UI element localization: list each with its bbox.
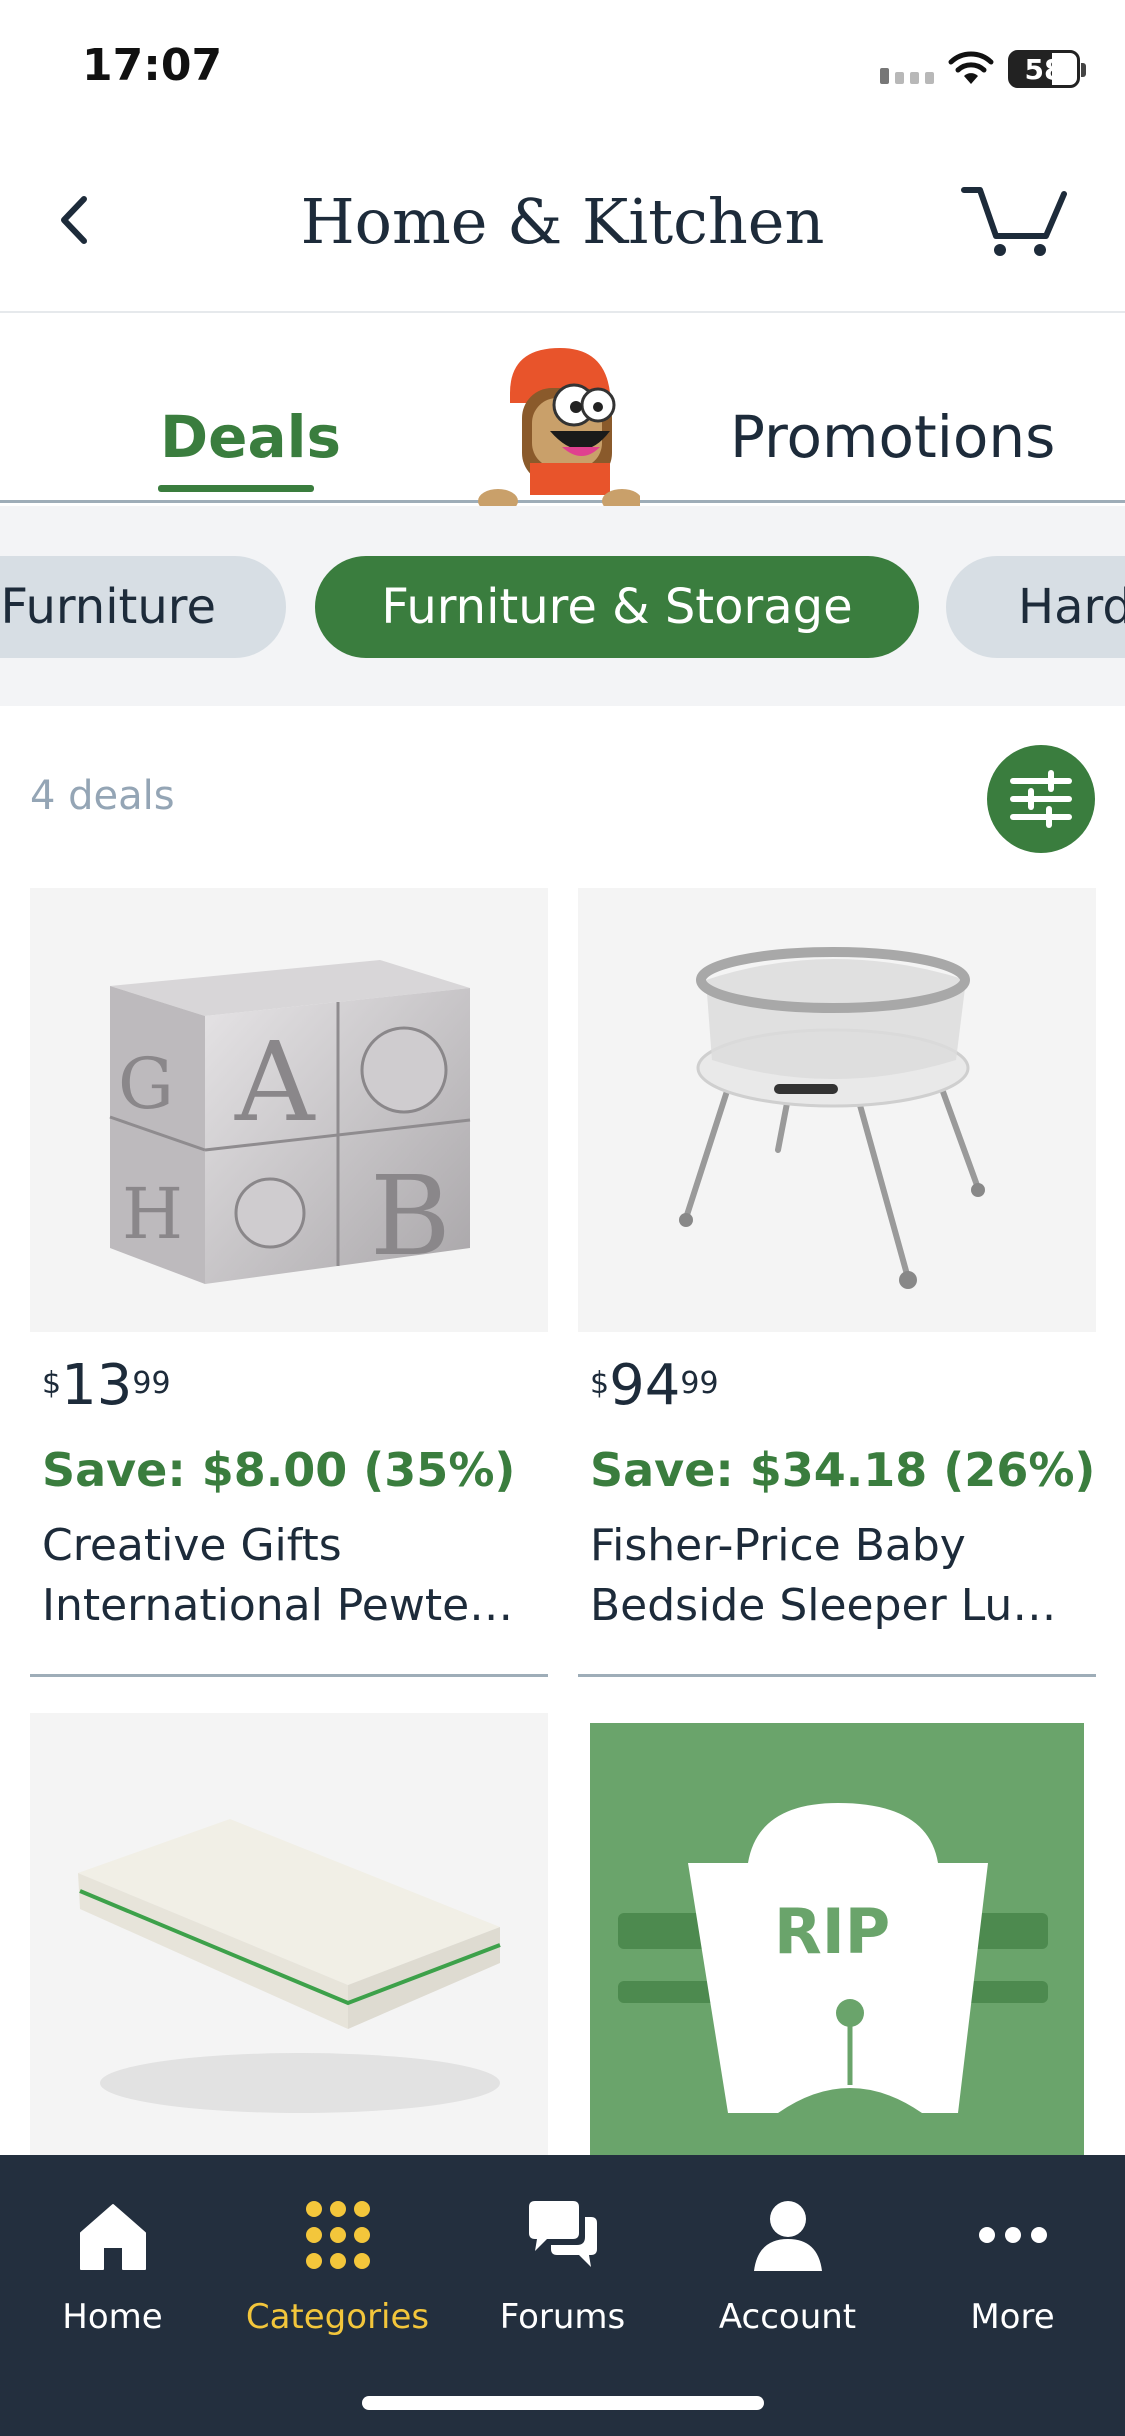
svg-text:G: G	[118, 1043, 174, 1125]
tab-bar: Deals Promotions	[0, 313, 1125, 513]
product-title[interactable]: Fisher-Price Baby Bedside Sleeper Lu…	[590, 1516, 1090, 1636]
filter-button[interactable]	[987, 745, 1095, 853]
more-icon	[978, 2227, 1047, 2243]
cart-icon[interactable]	[960, 180, 1070, 260]
bassinet-image	[679, 947, 985, 1289]
page-title: Home & Kitchen	[300, 185, 825, 258]
nav-home[interactable]: Home	[0, 2195, 225, 2337]
product-savings: Save: $34.18 (26%)	[590, 1443, 1096, 1497]
battery-level: 58	[1024, 52, 1064, 86]
wifi-icon	[948, 51, 994, 84]
tab-selected-indicator	[158, 485, 314, 492]
battery-icon: 58	[1008, 50, 1086, 88]
divider	[30, 1674, 548, 1677]
tab-deals[interactable]: Deals	[160, 403, 341, 471]
category-chip-selected[interactable]: Furniture & Storage	[315, 556, 919, 658]
category-chip[interactable]: Hard	[946, 556, 1125, 658]
product-price: $ 94 99	[590, 1358, 719, 1414]
nav-categories[interactable]: Categories	[225, 2195, 450, 2337]
product-image[interactable]: RIP	[578, 1713, 1096, 2157]
price-fraction: 99	[680, 1366, 719, 1401]
status-bar: 17:07 58	[0, 0, 1125, 130]
product-image[interactable]: A B G H	[30, 888, 548, 1332]
pewter-block-bank-image: A B G H	[109, 960, 471, 1284]
product-title-line: Fisher-Price Baby	[590, 1520, 966, 1571]
nav-more[interactable]: More	[900, 2195, 1125, 2337]
monkey-mascot-icon	[478, 348, 640, 513]
bottom-nav: Home Categories Forums Account More	[0, 2155, 1125, 2436]
product-image[interactable]	[30, 1713, 548, 2157]
category-chip[interactable]: Furniture	[0, 556, 286, 658]
rip-text: RIP	[774, 1895, 890, 1968]
svg-text:B: B	[370, 1152, 451, 1280]
header: Home & Kitchen	[0, 130, 1125, 313]
svg-text:H: H	[122, 1173, 183, 1255]
crib-mattress-image	[78, 1819, 501, 2113]
home-indicator	[362, 2396, 764, 2410]
nav-label: Forums	[499, 2297, 626, 2337]
nav-label: More	[970, 2297, 1055, 2337]
home-icon	[79, 2204, 146, 2270]
nav-forums[interactable]: Forums	[450, 2195, 675, 2337]
nav-label: Account	[718, 2297, 857, 2337]
tab-promotions[interactable]: Promotions	[730, 403, 1055, 471]
product-savings: Save: $8.00 (35%)	[42, 1443, 516, 1497]
deals-count: 4 deals	[30, 773, 175, 819]
rip-tombstone-image: RIP	[590, 1723, 1084, 2157]
product-price: $ 13 99	[42, 1358, 171, 1414]
grid-icon	[305, 2201, 370, 2269]
divider	[578, 1674, 1096, 1677]
product-title-line: Bedside Sleeper Lu…	[590, 1580, 1057, 1631]
price-whole: 13	[61, 1353, 133, 1418]
price-currency: $	[42, 1366, 62, 1401]
price-currency: $	[590, 1366, 610, 1401]
product-image[interactable]	[578, 888, 1096, 1332]
category-chips: Furniture Furniture & Storage Hard	[0, 506, 1125, 706]
nav-account[interactable]: Account	[675, 2195, 900, 2337]
price-whole: 94	[609, 1353, 681, 1418]
product-title[interactable]: Creative Gifts International Pewte…	[42, 1516, 542, 1636]
sliders-icon	[1010, 770, 1072, 828]
product-title-line: International Pewte…	[42, 1580, 514, 1631]
chat-icon	[528, 2201, 597, 2267]
product-title-line: Creative Gifts	[42, 1520, 342, 1571]
svg-text:A: A	[234, 1018, 316, 1146]
status-time: 17:07	[82, 40, 223, 91]
nav-label: Categories	[245, 2297, 430, 2337]
person-icon	[753, 2201, 822, 2271]
price-fraction: 99	[132, 1366, 171, 1401]
nav-label: Home	[62, 2297, 163, 2337]
cellular-signal-icon	[880, 68, 934, 84]
